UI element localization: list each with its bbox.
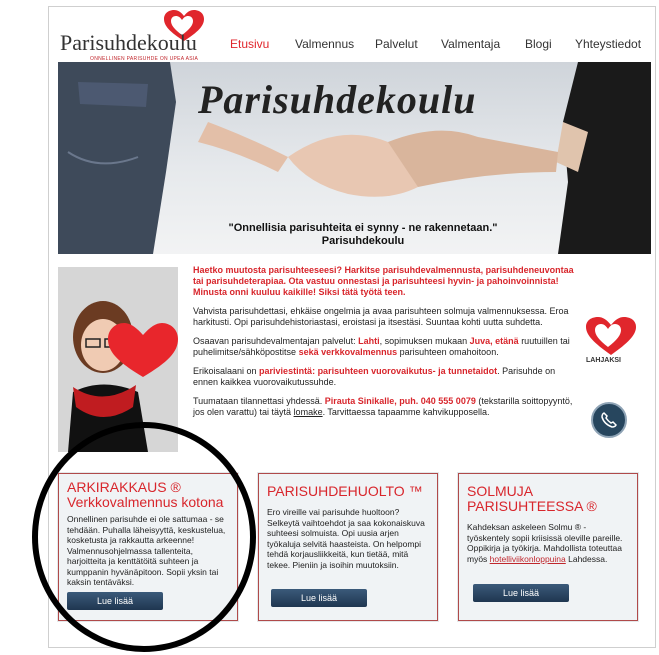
read-more-button[interactable]: Lue lisää: [271, 589, 367, 607]
intro-p3: Erikoisalaani on pariviestintä: parisuht…: [193, 366, 580, 388]
phone-icon: [601, 412, 617, 428]
gift-label[interactable]: LAHJAKSI: [586, 357, 621, 364]
nav-etusivu[interactable]: Etusivu: [230, 37, 269, 51]
main-nav: Etusivu Valmennus Palvelut Valmentaja Bl…: [0, 37, 659, 55]
nav-valmentaja[interactable]: Valmentaja: [441, 37, 500, 51]
p2-start: Osaavan parisuhdevalmentajan palvelut:: [193, 336, 359, 346]
form-link[interactable]: lomake: [294, 407, 323, 417]
nav-blogi[interactable]: Blogi: [525, 37, 552, 51]
p4-end: . Tarvittaessa tapaamme kahvikupposella.: [322, 407, 490, 417]
gift-heart-icon[interactable]: [584, 315, 638, 357]
intro-lead: Haetko muutosta parisuhteeseesi? Harkits…: [193, 265, 574, 297]
nav-valmennus[interactable]: Valmennus: [295, 37, 354, 51]
p2-loc1: Lahti: [358, 336, 380, 346]
hero-quote: "Onnellisia parisuhteita ei synny - ne r…: [218, 222, 508, 248]
card-title[interactable]: ARKIRAKKAUS ® Verkkovalmennus kotona: [67, 480, 233, 510]
card-description: Onnellinen parisuhde ei ole sattumaa - s…: [67, 514, 226, 587]
read-more-button[interactable]: Lue lisää: [67, 592, 163, 610]
card-title-line1: PARISUHDEHUOLTO ™: [267, 483, 423, 499]
p3-bold: pariviestintä: parisuhteen vuorovaikutus…: [259, 366, 498, 376]
intro-text: Haetko muutosta parisuhteeseesi? Harkits…: [193, 265, 580, 426]
read-more-button[interactable]: Lue lisää: [473, 584, 569, 602]
card-title-line2: PARISUHTEESSA ®: [467, 498, 597, 514]
coach-portrait: [58, 267, 178, 452]
card-title-line1: ARKIRAKKAUS ®: [67, 479, 181, 495]
phone-call-button[interactable]: [591, 402, 627, 438]
p2-loc2: Juva, etänä: [469, 336, 519, 346]
quote-author: Parisuhdekoulu: [321, 235, 405, 247]
p4-phone: Pirauta Sinikalle, puh. 040 555 0079: [324, 396, 476, 406]
card-title-line1: SOLMUJA: [467, 483, 534, 499]
card-arkirakkaus: ARKIRAKKAUS ® Verkkovalmennus kotona Onn…: [58, 473, 238, 621]
card-solmuja: SOLMUJA PARISUHTEESSA ® Kahdeksan askele…: [458, 473, 638, 621]
intro-p4: Tuumataan tilannettasi yhdessä. Pirauta …: [193, 396, 580, 418]
p2-mid: , sopimuksen mukaan: [379, 336, 470, 346]
p4-start: Tuumataan tilannettasi yhdessä.: [193, 396, 325, 406]
nav-yhteystiedot[interactable]: Yhteystiedot: [575, 37, 641, 51]
card-title-line2: Verkkovalmennus kotona: [67, 494, 224, 510]
card-title[interactable]: SOLMUJA PARISUHTEESSA ®: [467, 484, 633, 514]
portrait-image: [58, 267, 178, 452]
p2-bold: sekä verkkovalmennus: [298, 347, 398, 357]
card-title[interactable]: PARISUHDEHUOLTO ™: [267, 484, 433, 499]
p2-end: parisuhteen omahoitoon.: [397, 347, 499, 357]
weekend-link[interactable]: hotelliviikonloppuina: [490, 554, 566, 564]
hero-title: Parisuhdekoulu: [198, 77, 477, 122]
p3-start: Erikoisalaani on: [193, 366, 260, 376]
card-parisuhdehuolto: PARISUHDEHUOLTO ™ Ero vireille vai paris…: [258, 473, 438, 621]
quote-text: "Onnellisia parisuhteita ei synny - ne r…: [228, 222, 498, 234]
card-description: Kahdeksan askeleen Solmu ® -työskentely …: [467, 522, 627, 564]
nav-palvelut[interactable]: Palvelut: [375, 37, 418, 51]
card-text-end: Lahdessa.: [565, 553, 608, 564]
card-description: Ero vireille vai parisuhde huoltoon? Sel…: [267, 507, 425, 570]
hero-banner: Parisuhdekoulu "Onnellisia parisuhteita …: [58, 62, 651, 254]
intro-p2: Osaavan parisuhdevalmentajan palvelut: L…: [193, 336, 580, 358]
intro-p1: Vahvista parisuhdettasi, ehkäise ongelmi…: [193, 306, 569, 327]
